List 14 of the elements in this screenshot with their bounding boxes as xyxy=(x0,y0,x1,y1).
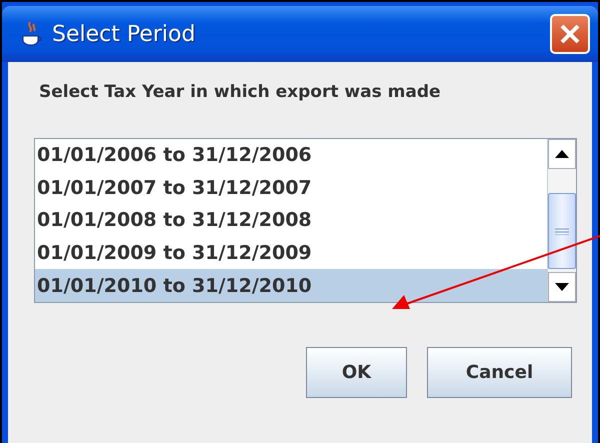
close-button[interactable] xyxy=(550,14,590,54)
down-arrow-icon xyxy=(555,283,569,291)
cancel-button[interactable]: Cancel xyxy=(427,347,572,398)
coffee-cup-icon xyxy=(20,20,44,48)
prompt-text: Select Tax Year in which export was made xyxy=(39,82,442,102)
scroll-up-button[interactable] xyxy=(548,139,576,169)
close-icon xyxy=(558,22,582,46)
up-arrow-icon xyxy=(555,150,569,158)
scroll-thumb[interactable] xyxy=(548,193,576,269)
scroll-down-button[interactable] xyxy=(548,272,576,302)
window-title: Select Period xyxy=(52,22,196,46)
period-item[interactable]: 01/01/2010 to 31/12/2010 xyxy=(35,269,547,302)
grip-icon xyxy=(555,228,569,234)
ok-button[interactable]: OK xyxy=(306,347,407,398)
